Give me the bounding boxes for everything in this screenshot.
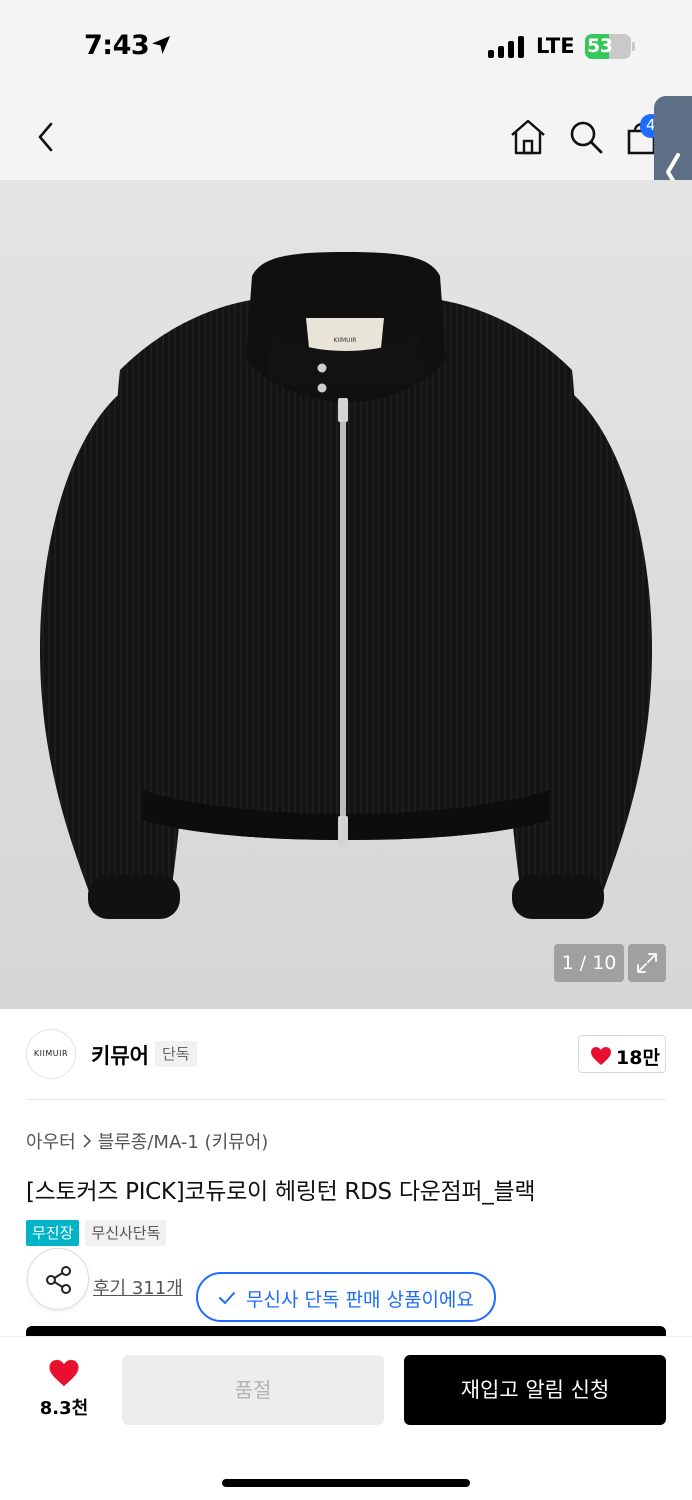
share-button[interactable] [27,1248,89,1310]
wishlist-button[interactable]: 8.3천 [36,1358,92,1420]
fullscreen-button[interactable] [628,944,666,982]
chevron-right-icon [83,1134,91,1148]
battery-icon: 53 [585,34,635,59]
promo-badge: 무진장 [26,1220,80,1246]
status-bar: 7:43 LTE 53 [0,0,692,96]
svg-text:KIIMUIR: KIIMUIR [334,337,357,344]
exclusive-badge: 무신사단독 [85,1220,167,1246]
share-icon [46,1266,71,1294]
location-arrow-icon [152,36,170,54]
review-link[interactable]: 후기 311개 [93,1274,183,1300]
brand-like-button[interactable]: 18만 [578,1035,666,1073]
banner-top-edge [26,1326,666,1336]
product-image-gallery[interactable]: KIIMUIR 1 / 10 [0,180,692,1009]
brand-name[interactable]: 키뮤어 [91,1040,149,1070]
image-counter: 1 / 10 [554,944,624,982]
brand-like-count: 18만 [616,1047,660,1069]
wishlist-count: 8.3천 [39,1398,89,1419]
breadcrumb: 아우터 블루종/MA-1 (키뮤어) [26,1128,268,1154]
brand-logo[interactable]: KIIMUIR [26,1029,76,1079]
soldout-button: 품절 [122,1355,384,1425]
search-icon[interactable] [567,118,605,156]
exclusive-notice-pill[interactable]: 무신사 단독 판매 상품이에요 [196,1272,496,1322]
battery-percent: 53 [587,35,613,57]
restock-alert-button[interactable]: 재입고 알림 신청 [404,1355,666,1425]
exclusive-notice-text: 무신사 단독 판매 상품이에요 [246,1289,474,1311]
cellular-signal-icon [488,36,524,58]
home-icon[interactable] [508,118,548,156]
heart-icon [49,1359,79,1387]
breadcrumb-item[interactable]: 블루종/MA-1 (키뮤어) [98,1128,269,1154]
brand-exclusive-tag: 단독 [155,1041,197,1067]
checkmark-icon [219,1292,235,1304]
section-divider [26,1099,666,1100]
chevron-left-icon[interactable] [32,120,60,154]
heart-icon [591,1047,611,1065]
product-badges: 무진장 무신사단독 [26,1220,167,1246]
status-time: 7:43 [84,30,150,61]
breadcrumb-item[interactable]: 아우터 [26,1128,76,1154]
network-type: LTE [536,34,575,58]
product-image: KIIMUIR [40,252,652,919]
product-title: [스토커즈 PICK]코듀로이 헤링턴 RDS 다운점퍼_블랙 [26,1179,536,1205]
expand-icon [637,953,657,973]
home-indicator[interactable] [222,1479,470,1487]
